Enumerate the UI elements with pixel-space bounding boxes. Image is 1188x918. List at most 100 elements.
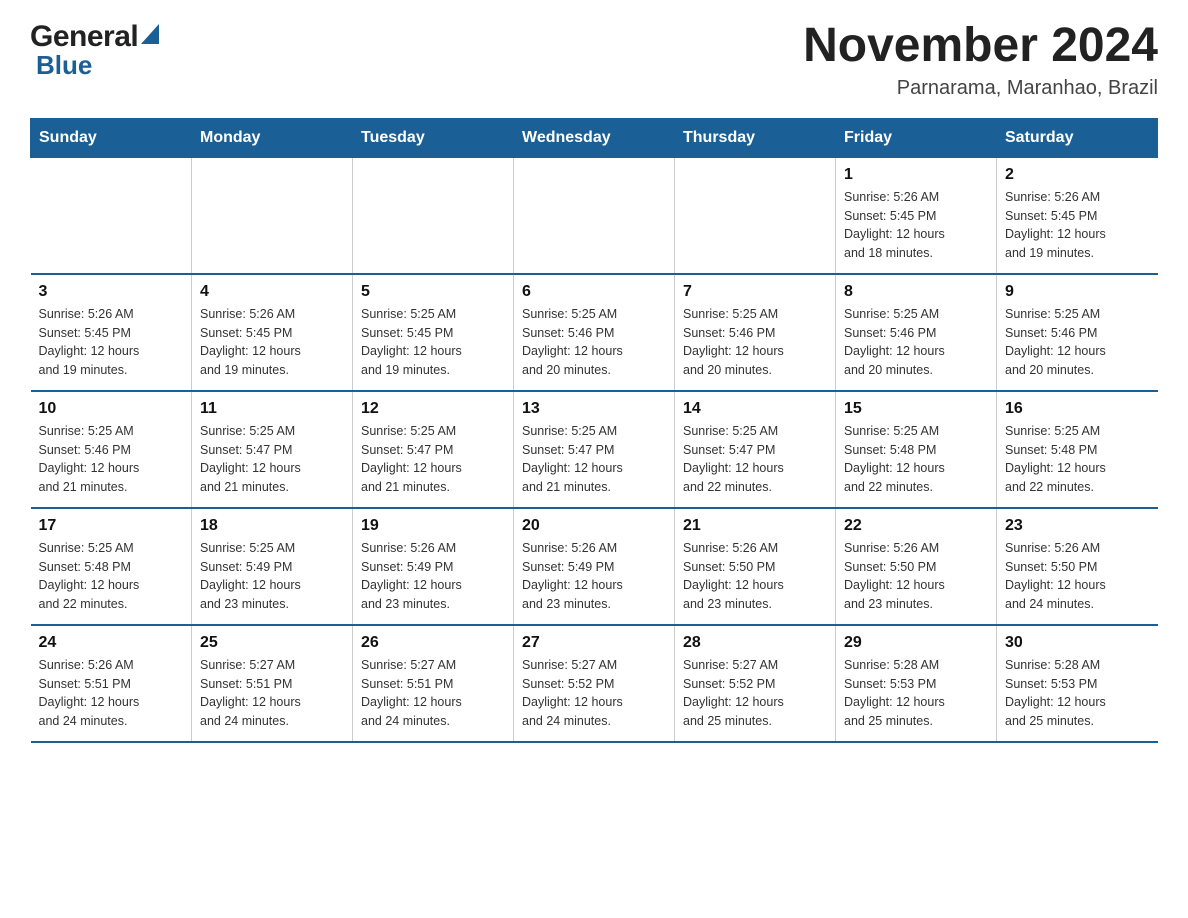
- logo: General Blue: [30, 20, 159, 81]
- calendar-cell: 30 Sunrise: 5:28 AMSunset: 5:53 PMDayligh…: [997, 625, 1158, 742]
- day-number: 19: [361, 517, 505, 535]
- calendar-cell: 24 Sunrise: 5:26 AMSunset: 5:51 PMDayligh…: [31, 625, 192, 742]
- calendar-cell: 16Sunrise: 5:25 AMSunset: 5:48 PMDayligh…: [997, 391, 1158, 508]
- day-number: 29: [844, 634, 988, 652]
- day-number: 20: [522, 517, 666, 535]
- calendar-cell: 15 Sunrise: 5:25 AMSunset: 5:48 PMDayligh…: [836, 391, 997, 508]
- calendar-cell: 3Sunrise: 5:26 AMSunset: 5:45 PMDaylight…: [31, 274, 192, 391]
- day-number: 6: [522, 283, 666, 301]
- day-info: Sunrise: 5:26 AMSunset: 5:51 PMDaylight:…: [39, 656, 184, 731]
- calendar-cell: [192, 157, 353, 274]
- calendar-cell: 4Sunrise: 5:26 AMSunset: 5:45 PMDaylight…: [192, 274, 353, 391]
- calendar-cell: 29Sunrise: 5:28 AMSunset: 5:53 PMDayligh…: [836, 625, 997, 742]
- day-number: 7: [683, 283, 827, 301]
- calendar-week-row: 24 Sunrise: 5:26 AMSunset: 5:51 PMDayligh…: [31, 625, 1158, 742]
- day-info: Sunrise: 5:25 AMSunset: 5:46 PMDaylight:…: [1005, 305, 1150, 380]
- day-info: Sunrise: 5:27 AMSunset: 5:52 PMDaylight:…: [522, 656, 666, 731]
- day-info: Sunrise: 5:25 AMSunset: 5:46 PMDaylight:…: [522, 305, 666, 380]
- weekday-header-row: SundayMondayTuesdayWednesdayThursdayFrid…: [31, 118, 1158, 157]
- day-info: Sunrise: 5:26 AMSunset: 5:45 PMDaylight:…: [39, 305, 184, 380]
- calendar-cell: 12 Sunrise: 5:25 AMSunset: 5:47 PMDayligh…: [353, 391, 514, 508]
- calendar-week-row: 1Sunrise: 5:26 AMSunset: 5:45 PMDaylight…: [31, 157, 1158, 274]
- day-info: Sunrise: 5:26 AMSunset: 5:49 PMDaylight:…: [361, 539, 505, 614]
- day-number: 23: [1005, 517, 1150, 535]
- day-info: Sunrise: 5:27 AMSunset: 5:51 PMDaylight:…: [200, 656, 344, 731]
- day-info: Sunrise: 5:26 AMSunset: 5:50 PMDaylight:…: [1005, 539, 1150, 614]
- location-subtitle: Parnarama, Maranhao, Brazil: [803, 77, 1158, 100]
- day-number: 30: [1005, 634, 1150, 652]
- calendar-cell: 17 Sunrise: 5:25 AMSunset: 5:48 PMDayligh…: [31, 508, 192, 625]
- calendar-cell: 7 Sunrise: 5:25 AMSunset: 5:46 PMDaylight…: [675, 274, 836, 391]
- day-number: 13: [522, 400, 666, 418]
- calendar-cell: 8Sunrise: 5:25 AMSunset: 5:46 PMDaylight…: [836, 274, 997, 391]
- day-number: 25: [200, 634, 344, 652]
- day-info: Sunrise: 5:25 AMSunset: 5:49 PMDaylight:…: [200, 539, 344, 614]
- calendar-cell: 11 Sunrise: 5:25 AMSunset: 5:47 PMDayligh…: [192, 391, 353, 508]
- day-info: Sunrise: 5:27 AMSunset: 5:52 PMDaylight:…: [683, 656, 827, 731]
- calendar-cell: 9Sunrise: 5:25 AMSunset: 5:46 PMDaylight…: [997, 274, 1158, 391]
- day-number: 10: [39, 400, 184, 418]
- weekday-header-sunday: Sunday: [31, 118, 192, 157]
- calendar-cell: 21 Sunrise: 5:26 AMSunset: 5:50 PMDayligh…: [675, 508, 836, 625]
- day-number: 14: [683, 400, 827, 418]
- weekday-header-wednesday: Wednesday: [514, 118, 675, 157]
- day-info: Sunrise: 5:25 AMSunset: 5:46 PMDaylight:…: [39, 422, 184, 497]
- month-year-title: November 2024: [803, 20, 1158, 73]
- day-info: Sunrise: 5:25 AMSunset: 5:46 PMDaylight:…: [683, 305, 827, 380]
- day-info: Sunrise: 5:25 AMSunset: 5:45 PMDaylight:…: [361, 305, 505, 380]
- calendar-cell: 22 Sunrise: 5:26 AMSunset: 5:50 PMDayligh…: [836, 508, 997, 625]
- day-number: 15: [844, 400, 988, 418]
- calendar-cell: 25 Sunrise: 5:27 AMSunset: 5:51 PMDayligh…: [192, 625, 353, 742]
- calendar-cell: [353, 157, 514, 274]
- title-area: November 2024 Parnarama, Maranhao, Brazi…: [803, 20, 1158, 100]
- logo-blue-text: Blue: [36, 50, 92, 81]
- day-info: Sunrise: 5:25 AMSunset: 5:46 PMDaylight:…: [844, 305, 988, 380]
- calendar-week-row: 3Sunrise: 5:26 AMSunset: 5:45 PMDaylight…: [31, 274, 1158, 391]
- logo-triangle-icon: [141, 24, 159, 49]
- weekday-header-saturday: Saturday: [997, 118, 1158, 157]
- calendar-cell: 26Sunrise: 5:27 AMSunset: 5:51 PMDayligh…: [353, 625, 514, 742]
- calendar-week-row: 10 Sunrise: 5:25 AMSunset: 5:46 PMDayligh…: [31, 391, 1158, 508]
- day-number: 2: [1005, 166, 1150, 184]
- day-info: Sunrise: 5:25 AMSunset: 5:47 PMDaylight:…: [522, 422, 666, 497]
- calendar-cell: 2Sunrise: 5:26 AMSunset: 5:45 PMDaylight…: [997, 157, 1158, 274]
- day-info: Sunrise: 5:25 AMSunset: 5:47 PMDaylight:…: [683, 422, 827, 497]
- calendar-week-row: 17 Sunrise: 5:25 AMSunset: 5:48 PMDayligh…: [31, 508, 1158, 625]
- weekday-header-thursday: Thursday: [675, 118, 836, 157]
- day-info: Sunrise: 5:25 AMSunset: 5:47 PMDaylight:…: [200, 422, 344, 497]
- weekday-header-friday: Friday: [836, 118, 997, 157]
- weekday-header-monday: Monday: [192, 118, 353, 157]
- logo-general-text: General: [30, 20, 138, 54]
- day-info: Sunrise: 5:26 AMSunset: 5:50 PMDaylight:…: [844, 539, 988, 614]
- day-info: Sunrise: 5:25 AMSunset: 5:48 PMDaylight:…: [844, 422, 988, 497]
- calendar-cell: [31, 157, 192, 274]
- day-number: 18: [200, 517, 344, 535]
- calendar-cell: 19 Sunrise: 5:26 AMSunset: 5:49 PMDayligh…: [353, 508, 514, 625]
- day-info: Sunrise: 5:26 AMSunset: 5:50 PMDaylight:…: [683, 539, 827, 614]
- day-number: 1: [844, 166, 988, 184]
- calendar-cell: 5 Sunrise: 5:25 AMSunset: 5:45 PMDaylight…: [353, 274, 514, 391]
- calendar-cell: 18 Sunrise: 5:25 AMSunset: 5:49 PMDayligh…: [192, 508, 353, 625]
- day-number: 17: [39, 517, 184, 535]
- day-number: 28: [683, 634, 827, 652]
- calendar-cell: 23 Sunrise: 5:26 AMSunset: 5:50 PMDayligh…: [997, 508, 1158, 625]
- day-number: 16: [1005, 400, 1150, 418]
- calendar-cell: 6 Sunrise: 5:25 AMSunset: 5:46 PMDaylight…: [514, 274, 675, 391]
- day-number: 22: [844, 517, 988, 535]
- calendar-cell: 27Sunrise: 5:27 AMSunset: 5:52 PMDayligh…: [514, 625, 675, 742]
- day-number: 12: [361, 400, 505, 418]
- day-number: 5: [361, 283, 505, 301]
- day-info: Sunrise: 5:25 AMSunset: 5:48 PMDaylight:…: [39, 539, 184, 614]
- day-number: 26: [361, 634, 505, 652]
- calendar-cell: [514, 157, 675, 274]
- calendar-cell: 10 Sunrise: 5:25 AMSunset: 5:46 PMDayligh…: [31, 391, 192, 508]
- day-number: 24: [39, 634, 184, 652]
- calendar-cell: [675, 157, 836, 274]
- calendar-cell: 28 Sunrise: 5:27 AMSunset: 5:52 PMDayligh…: [675, 625, 836, 742]
- day-number: 21: [683, 517, 827, 535]
- day-number: 11: [200, 400, 344, 418]
- day-info: Sunrise: 5:25 AMSunset: 5:47 PMDaylight:…: [361, 422, 505, 497]
- calendar-cell: 1Sunrise: 5:26 AMSunset: 5:45 PMDaylight…: [836, 157, 997, 274]
- day-info: Sunrise: 5:28 AMSunset: 5:53 PMDaylight:…: [1005, 656, 1150, 731]
- day-number: 4: [200, 283, 344, 301]
